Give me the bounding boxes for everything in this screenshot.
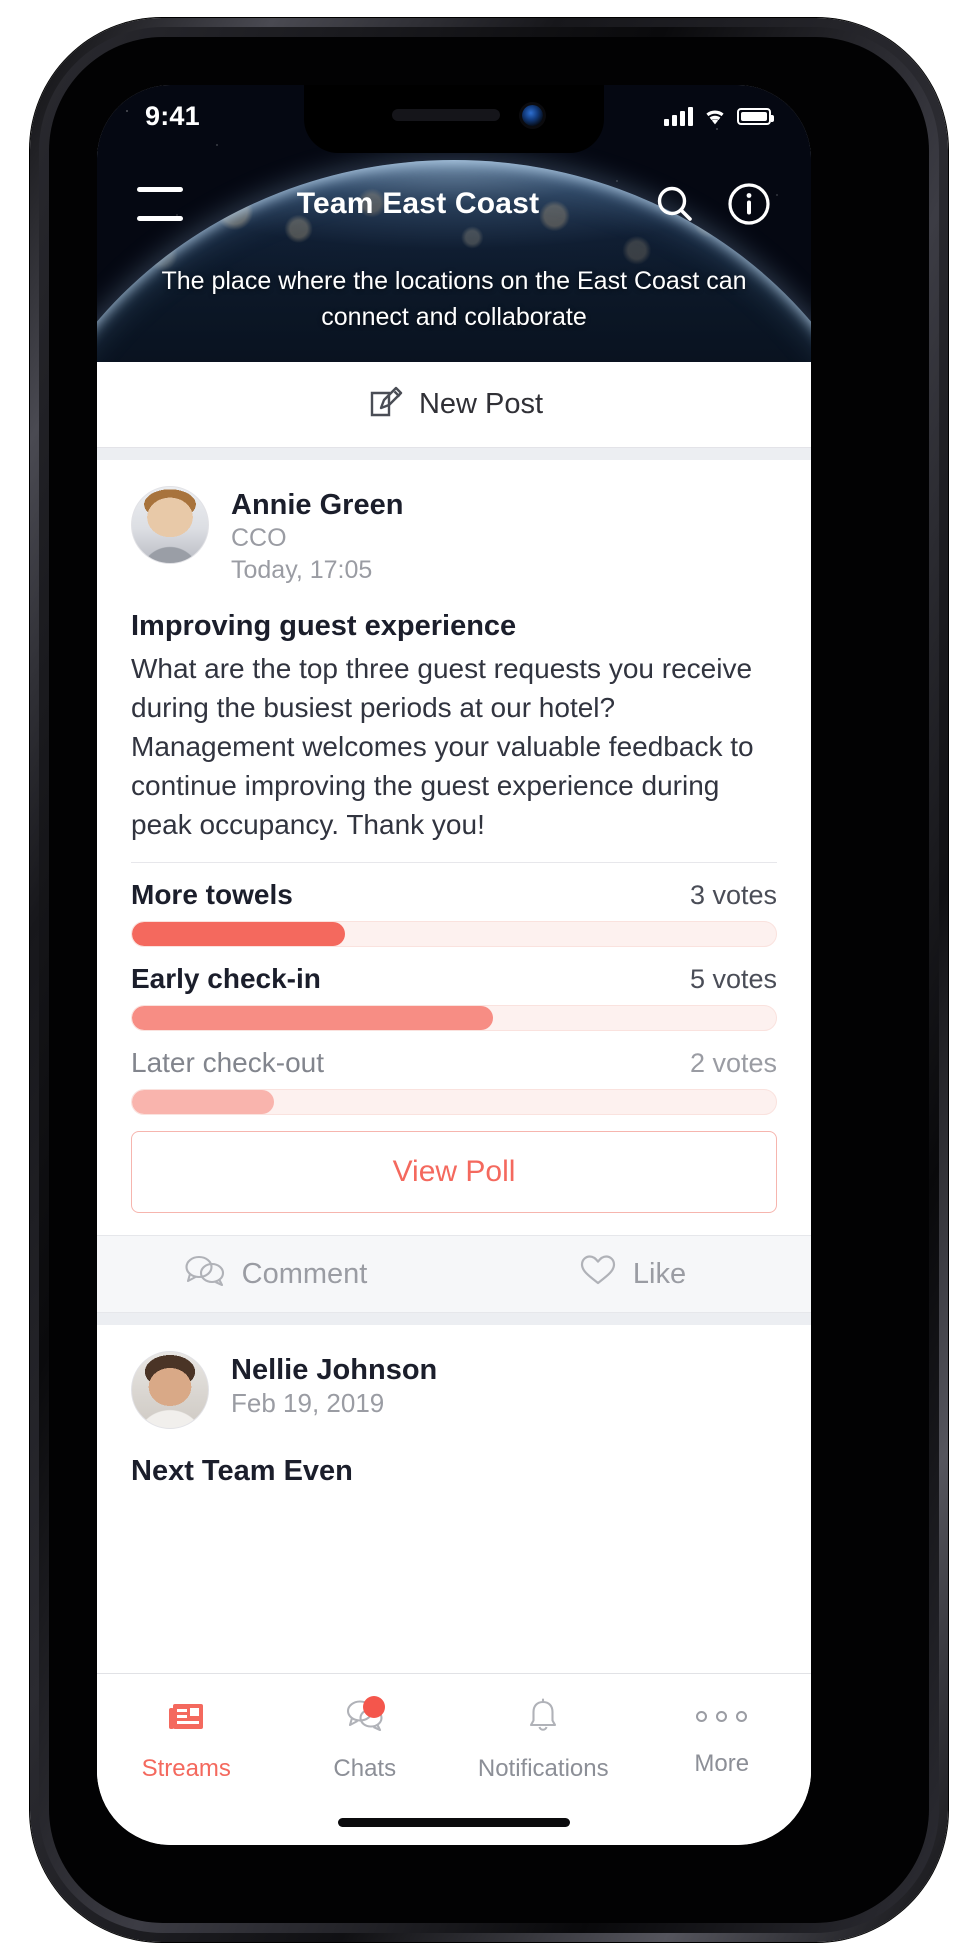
comment-button[interactable]: Comment	[97, 1236, 454, 1312]
new-post-label: New Post	[418, 388, 544, 420]
post-header: Annie Green CCO Today, 17:05	[131, 486, 777, 586]
poll-option-votes: 5 votes	[689, 964, 777, 995]
poll-option-bar	[131, 1089, 777, 1116]
post-author-block: Nellie Johnson Feb 19, 2019	[231, 1351, 437, 1420]
chats-unread-badge	[362, 1696, 385, 1718]
poll-option-row[interactable]: Later check-out 2 votes	[131, 1047, 777, 1116]
post-card: Nellie Johnson Feb 19, 2019 Next Team Ev…	[97, 1325, 811, 1489]
poll-option-bar-fill	[132, 922, 345, 947]
like-label: Like	[632, 1257, 687, 1290]
tab-label: Chats	[333, 1755, 397, 1782]
poll-option-bar-fill	[132, 1006, 493, 1031]
header-toolbar: Team East Coast	[97, 167, 811, 241]
tab-label: More	[694, 1750, 750, 1777]
page-title: Team East Coast	[296, 187, 540, 220]
phone-frame-mid: 9:41 Team East Coast The place where the…	[39, 27, 939, 1933]
status-bar-indicators	[664, 107, 774, 126]
poll-option-votes: 2 votes	[689, 1048, 777, 1079]
compose-pencil-square-icon	[365, 382, 405, 427]
post-timestamp: Feb 19, 2019	[231, 1388, 385, 1419]
like-button[interactable]: Like	[454, 1236, 811, 1312]
poll-option-label: More towels	[131, 879, 293, 911]
post-author-name[interactable]: Nellie Johnson	[231, 1353, 437, 1387]
poll-option-row[interactable]: Early check-in 5 votes	[131, 963, 777, 1032]
poll-option-row[interactable]: More towels 3 votes	[131, 879, 777, 948]
post-title: Improving guest experience	[131, 610, 517, 643]
poll: More towels 3 votes Early check-in 5 vot…	[131, 862, 777, 1214]
post-timestamp: Today, 17:05	[231, 556, 373, 585]
post-title: Next Team Even	[131, 1455, 353, 1488]
new-post-button[interactable]: New Post	[97, 362, 811, 448]
tab-label: Notifications	[477, 1755, 609, 1782]
heart-icon	[579, 1253, 617, 1295]
home-indicator[interactable]	[338, 1818, 570, 1827]
avatar[interactable]	[131, 1351, 209, 1430]
post-body: What are the top three guest requests yo…	[131, 653, 754, 841]
hamburger-menu-icon[interactable]	[137, 187, 183, 221]
comment-bubbles-icon	[184, 1253, 226, 1295]
search-icon[interactable]	[653, 182, 697, 226]
tab-label: Streams	[141, 1755, 231, 1782]
view-poll-label: View Poll	[392, 1155, 516, 1189]
three-dots-icon	[696, 1694, 748, 1738]
post-author-role: CCO	[231, 524, 287, 553]
feed-divider	[97, 448, 811, 460]
tab-streams[interactable]: Streams	[97, 1674, 276, 1845]
poll-option-bar	[131, 921, 777, 948]
screenshot-root: 9:41 Team East Coast The place where the…	[0, 0, 978, 1960]
post-actions: Comment Like	[97, 1235, 811, 1314]
post-header: Nellie Johnson Feb 19, 2019	[131, 1351, 777, 1430]
phone-frame-inner: 9:41 Team East Coast The place where the…	[49, 37, 929, 1923]
view-poll-button[interactable]: View Poll	[131, 1131, 777, 1214]
phone-screen: 9:41 Team East Coast The place where the…	[97, 85, 811, 1845]
status-bar: 9:41	[97, 85, 811, 157]
wifi-icon	[703, 107, 727, 126]
poll-option-votes: 3 votes	[689, 880, 777, 911]
cellular-bars-icon	[664, 107, 693, 126]
chat-bubbles-icon	[343, 1694, 387, 1743]
header-actions	[653, 182, 771, 226]
poll-option-bar	[131, 1005, 777, 1032]
comment-label: Comment	[241, 1257, 368, 1290]
tab-more[interactable]: More	[633, 1674, 812, 1845]
info-circle-icon[interactable]	[727, 182, 771, 226]
feed-divider	[97, 1313, 811, 1326]
poll-option-label: Early check-in	[131, 963, 321, 995]
post-card: Annie Green CCO Today, 17:05 Improving g…	[97, 460, 811, 1214]
poll-option-bar-fill	[132, 1090, 274, 1115]
avatar[interactable]	[131, 486, 209, 564]
bell-icon	[521, 1694, 565, 1743]
battery-full-icon	[737, 108, 774, 125]
phone-device-frame: 9:41 Team East Coast The place where the…	[30, 18, 948, 1942]
stream-description: The place where the locations on the Eas…	[161, 267, 747, 331]
post-author-block: Annie Green CCO Today, 17:05	[231, 486, 403, 586]
status-bar-clock: 9:41	[145, 101, 200, 131]
poll-option-label: Later check-out	[131, 1047, 324, 1079]
post-author-name[interactable]: Annie Green	[231, 488, 403, 522]
newspaper-icon	[164, 1694, 208, 1743]
